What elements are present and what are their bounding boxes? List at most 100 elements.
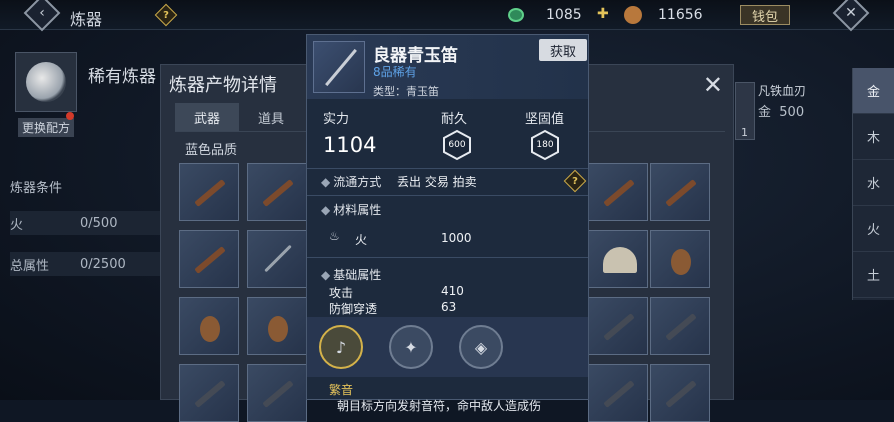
material-section: ◆ 材料属性	[321, 201, 381, 218]
recipe-icon[interactable]	[15, 52, 77, 112]
close-page-button[interactable]: ✕	[832, 0, 870, 32]
tab-item[interactable]: 道具	[239, 103, 303, 131]
tab-weapon[interactable]: 武器	[175, 103, 239, 131]
top-bar: ‹ 炼器 ? 1085 ✚ 11656 钱包 ✕	[0, 0, 894, 32]
material-title: 材料属性	[333, 203, 382, 217]
pipa-icon	[200, 316, 220, 342]
quality-label: 蓝色品质	[185, 143, 238, 158]
close-icon: ✕	[845, 4, 857, 21]
pipa-icon	[268, 316, 288, 342]
obtain-button[interactable]: 获取	[539, 39, 587, 61]
money-bag-button[interactable]: 钱包	[740, 5, 790, 25]
durability-badge: 600	[441, 129, 473, 161]
power-value: 1104	[323, 133, 377, 157]
skill-bar: ♪ ✦ ◈	[307, 317, 588, 377]
item-icon	[313, 41, 365, 93]
item-tooltip: 良器青玉笛 8品稀有 类型：青玉笛 获取 实力 耐久 坚固值 1104 600 …	[306, 34, 589, 413]
change-recipe-button[interactable]: 更换配方	[18, 118, 75, 137]
selected-item-name: 凡铁血刃	[758, 84, 807, 98]
jade-flute-icon	[325, 48, 357, 87]
notification-dot	[66, 112, 74, 120]
weapon-slot[interactable]	[588, 163, 648, 221]
weapon-slot[interactable]	[588, 364, 648, 422]
weapon-slot[interactable]	[179, 297, 239, 355]
gun-icon	[194, 179, 226, 207]
power-label: 实力	[323, 112, 350, 127]
crossbow-icon	[262, 380, 294, 408]
skill-name: 繁音	[329, 383, 354, 397]
page-title: 炼器	[70, 10, 103, 29]
base-title: 基础属性	[333, 268, 382, 282]
gun-icon	[194, 246, 226, 274]
question-icon: ?	[163, 9, 169, 21]
solidity-value: 180	[536, 140, 554, 150]
weapon-slot[interactable]	[650, 230, 710, 288]
element-tab-water[interactable]: 水	[853, 160, 894, 206]
panel-title: 炼器产物详情	[169, 75, 277, 96]
element-tab-fire[interactable]: 火	[853, 206, 894, 252]
divider	[307, 168, 588, 169]
weapon-slot[interactable]	[247, 230, 307, 288]
skill-slot-3[interactable]: ◈	[459, 325, 503, 369]
conditions-title: 炼器条件	[10, 181, 63, 196]
attack-value: 410	[441, 284, 464, 298]
weapon-slot[interactable]	[588, 297, 648, 355]
solidity-badge: 180	[529, 129, 561, 161]
solidity-label: 坚固值	[525, 112, 565, 127]
weapon-slot[interactable]	[179, 230, 239, 288]
element-tab-wood[interactable]: 木	[853, 114, 894, 160]
weapon-slot[interactable]	[247, 364, 307, 422]
selected-item-attr: 金 500	[758, 101, 804, 120]
fire-icon: ♨	[329, 229, 340, 243]
pierce-label: 防御穿透	[329, 302, 378, 316]
durability-label: 耐久	[441, 112, 468, 127]
swirl-emblem-icon	[26, 62, 66, 102]
weapon-slot[interactable]	[650, 297, 710, 355]
back-button[interactable]: ‹	[23, 0, 61, 32]
weapon-slot[interactable]	[247, 297, 307, 355]
crossbow-icon	[603, 313, 635, 341]
circulation-help-button[interactable]: ?	[563, 169, 587, 193]
weapon-slot[interactable]	[588, 230, 648, 288]
condition-row: 火 0/500	[10, 211, 160, 235]
crossbow-icon	[603, 380, 635, 408]
crossbow-icon	[665, 380, 697, 408]
gourd-currency-icon	[624, 6, 642, 24]
material-key: 火	[355, 233, 368, 247]
pipa-icon	[671, 249, 691, 275]
item-grade: 8品稀有	[373, 65, 417, 79]
element-filter: 金 木 水 火 土	[852, 68, 894, 300]
item-type: 类型：青玉笛	[373, 85, 439, 98]
bullet-icon: ◆	[321, 175, 331, 189]
help-button[interactable]: ?	[154, 3, 178, 27]
material-value: 1000	[441, 231, 472, 245]
divider	[307, 257, 588, 258]
gun-icon	[603, 179, 635, 207]
category-tabs: 武器 道具	[175, 103, 303, 131]
condition-value: 0/2500	[80, 256, 126, 272]
base-section: ◆ 基础属性	[321, 266, 381, 283]
weapon-slot[interactable]	[179, 364, 239, 422]
weapon-slot[interactable]	[179, 163, 239, 221]
tooltip-header: 良器青玉笛 8品稀有 类型：青玉笛 获取	[307, 35, 588, 99]
element-tab-metal[interactable]: 金	[853, 68, 894, 114]
condition-key: 火	[10, 217, 24, 233]
jade-amount: 1085	[546, 7, 582, 23]
skill-slot-1[interactable]: ♪	[319, 325, 363, 369]
bullet-icon: ◆	[321, 203, 331, 217]
weapon-slot[interactable]	[247, 163, 307, 221]
durability-value: 600	[448, 140, 466, 150]
gun-icon	[262, 179, 294, 207]
circulation-label: 流通方式	[333, 175, 382, 189]
circulation-value: 丢出 交易 拍卖	[397, 175, 477, 189]
add-jade-icon[interactable]: ✚	[597, 6, 609, 22]
weapon-slot[interactable]	[650, 364, 710, 422]
question-icon: ?	[572, 175, 578, 187]
condition-value: 0/500	[80, 215, 118, 231]
skill-slot-2[interactable]: ✦	[389, 325, 433, 369]
bullet-icon: ◆	[321, 268, 331, 282]
element-tab-earth[interactable]: 土	[853, 252, 894, 298]
fan-icon	[603, 247, 637, 273]
close-panel-icon[interactable]: ✕	[703, 71, 723, 99]
weapon-slot[interactable]	[650, 163, 710, 221]
